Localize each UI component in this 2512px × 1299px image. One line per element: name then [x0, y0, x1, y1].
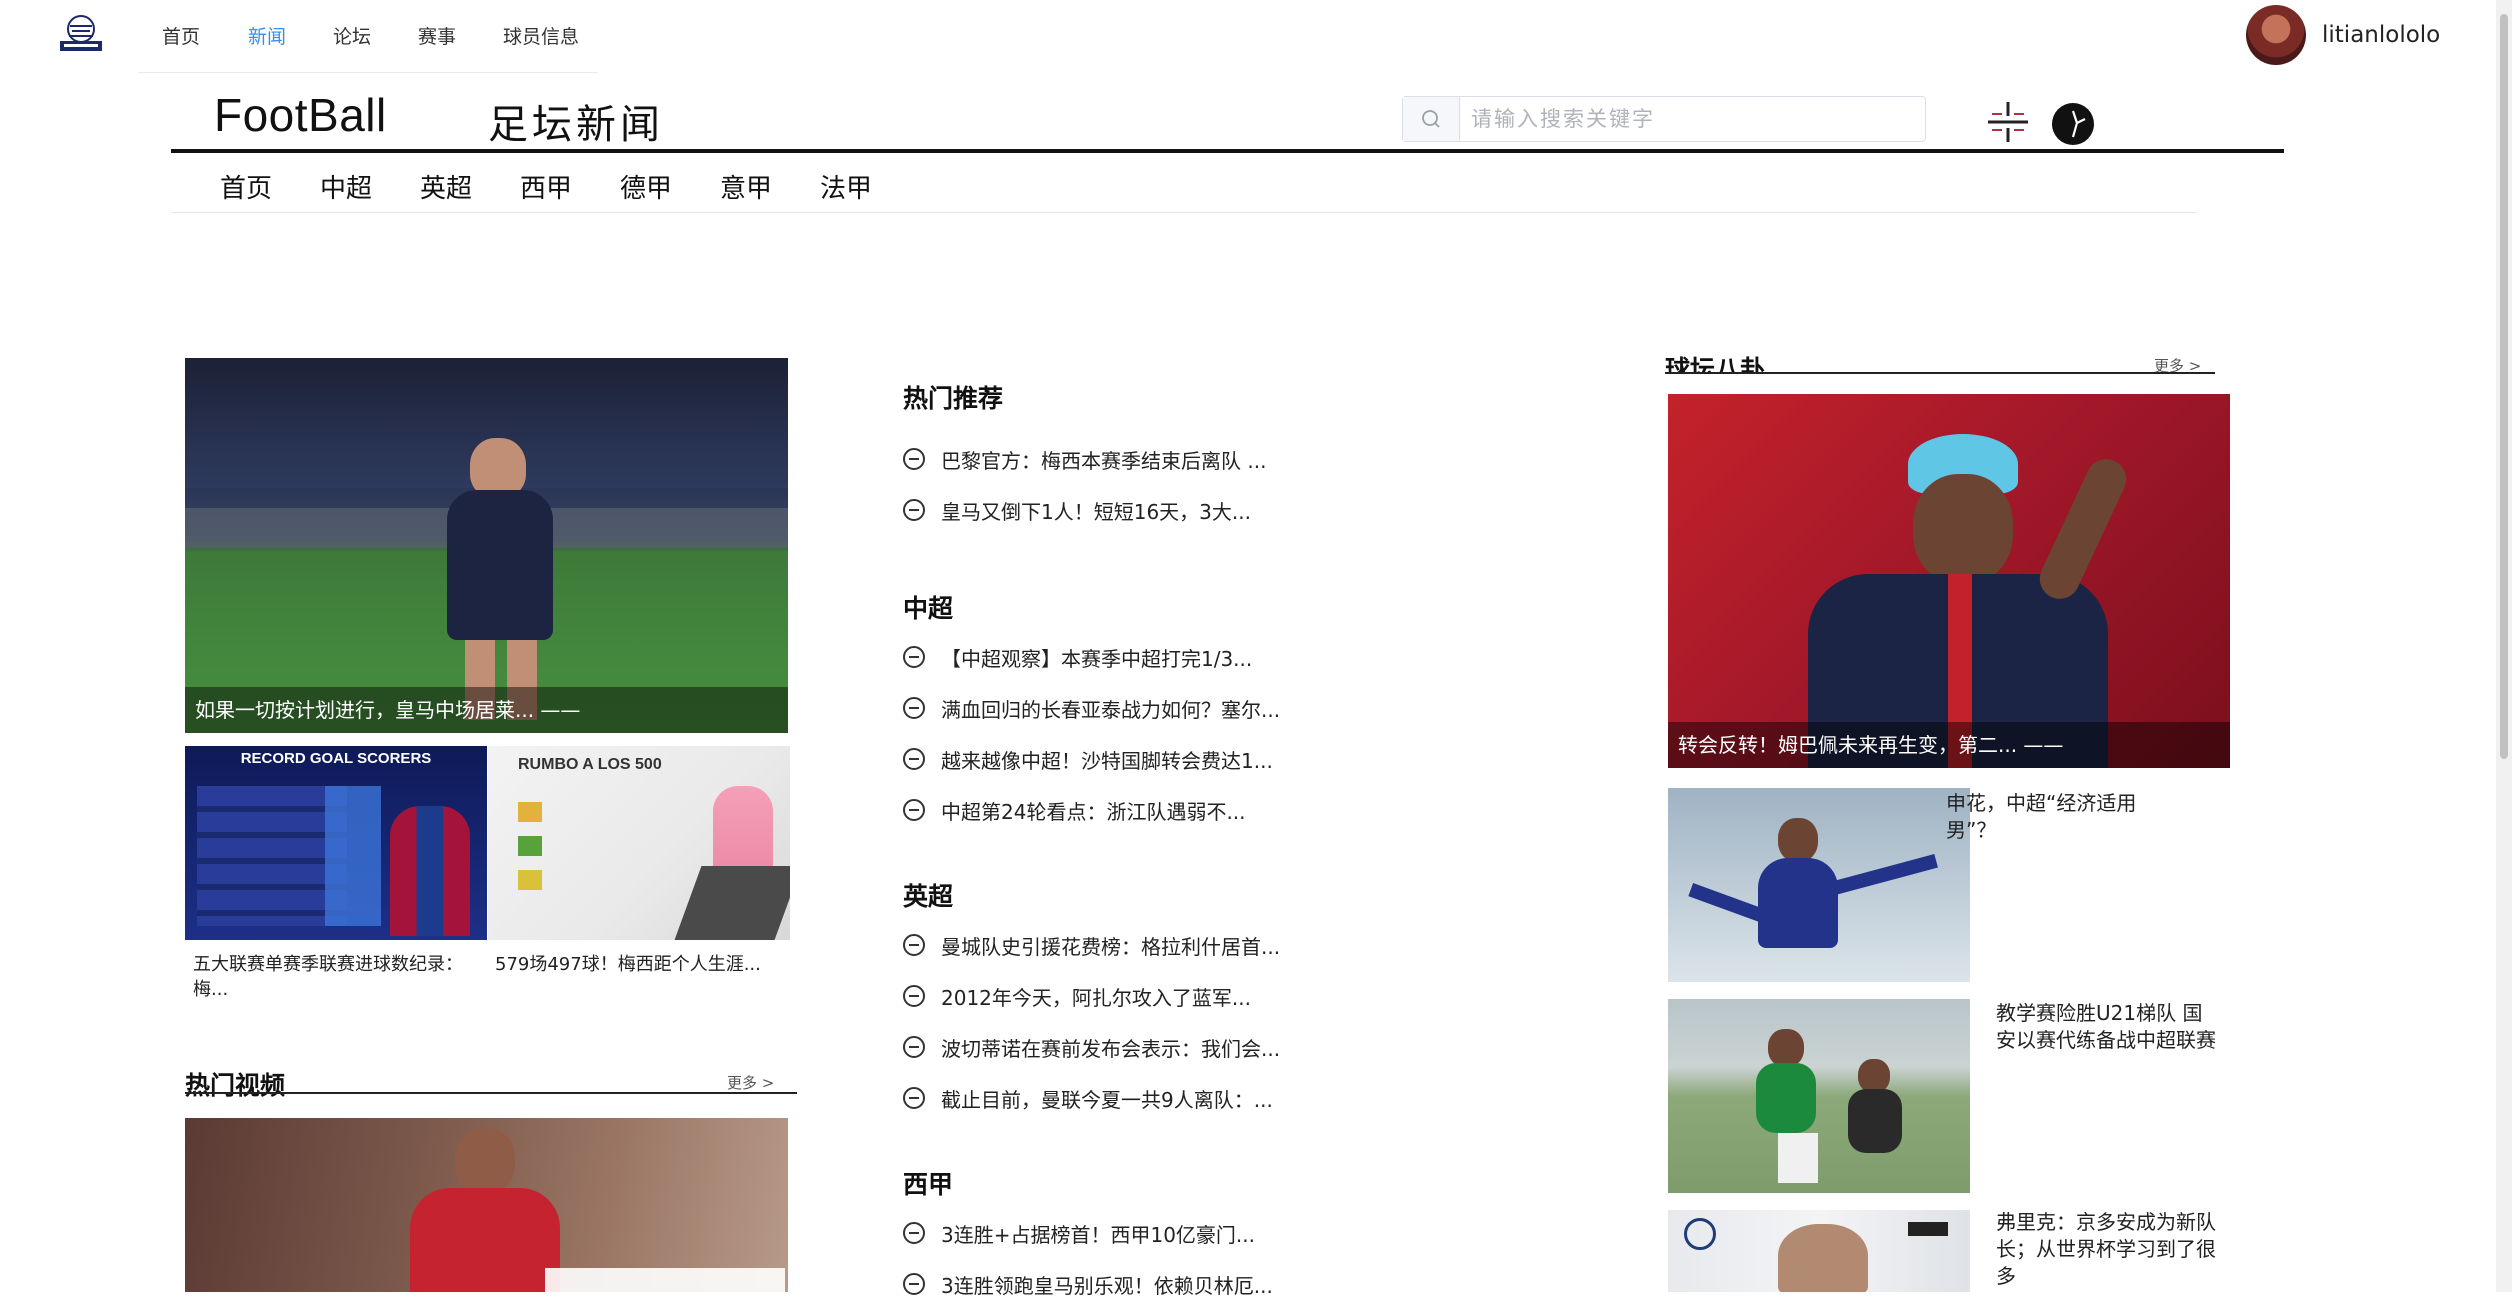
header-rule [171, 149, 2284, 153]
league-home[interactable]: 首页 [220, 168, 272, 205]
gossip-item-image[interactable] [1668, 999, 1970, 1193]
football-icon [903, 1036, 925, 1058]
news-list-item[interactable]: 3连胜+占据榜首！西甲10亿豪门... [903, 1218, 1255, 1248]
news-list-item[interactable]: 巴黎官方：梅西本赛季结束后离队 ... [903, 444, 1266, 474]
news-list-item[interactable]: 皇马又倒下1人！短短16天，3大... [903, 495, 1251, 525]
gossip-item-image[interactable] [1668, 788, 1970, 982]
search-box [1402, 96, 1926, 142]
news-list-item[interactable]: 2012年今天，阿扎尔攻入了蓝军... [903, 981, 1251, 1011]
section-title-csl: 中超 [903, 594, 954, 623]
gossip-item-title[interactable]: 弗里克：京多安成为新队长；从世界杯学习到了很多 [1996, 1209, 2216, 1290]
section-title-hot: 热门推荐 [903, 384, 1004, 413]
league-bundesliga[interactable]: 德甲 [620, 168, 672, 205]
league-ligue1[interactable]: 法甲 [820, 168, 872, 205]
topnav-home[interactable]: 首页 [162, 22, 200, 49]
football-icon [903, 748, 925, 770]
news-thumb-caption[interactable]: 579场497球！梅西距个人生涯... [495, 952, 785, 977]
gossip-item-title[interactable]: 教学赛险胜U21梯队 国安以赛代练备战中超联赛 [1996, 1000, 2216, 1054]
league-epl[interactable]: 英超 [420, 168, 472, 205]
top-nav: 首页 新闻 论坛 赛事 球员信息 [138, 0, 598, 73]
news-list-item[interactable]: 满血回归的长春亚泰战力如何？塞尔... [903, 693, 1280, 723]
football-icon [903, 697, 925, 719]
news-list-item[interactable]: 波切蒂诺在赛前发布会表示：我们会... [903, 1032, 1280, 1062]
site-logo[interactable] [56, 14, 106, 54]
search-icon[interactable] [1403, 97, 1460, 141]
football-icon [903, 1222, 925, 1244]
user-avatar[interactable] [2246, 5, 2306, 65]
football-icon [903, 646, 925, 668]
football-icon[interactable] [2052, 103, 2094, 145]
hot-videos-more-link[interactable]: 更多 > [727, 1072, 774, 1093]
news-list-item[interactable]: 越来越像中超！沙特国脚转会费达1... [903, 744, 1273, 774]
section-rule [1665, 372, 2215, 374]
gossip-item-title[interactable]: 申花，中超“经济适用男”？ [1946, 790, 2166, 844]
news-thumb-messi-500[interactable]: RUMBO A LOS 500 [488, 746, 790, 940]
football-icon [903, 985, 925, 1007]
news-list-item[interactable]: 截止目前，曼联今夏一共9人离队：... [903, 1083, 1273, 1113]
news-list-item[interactable]: 3连胜领跑皇马别乐观！依赖贝林厄... [903, 1269, 1273, 1299]
hot-videos-title: 热门视频 [185, 1071, 286, 1100]
section-title-epl: 英超 [903, 882, 954, 911]
section-title-laliga: 西甲 [903, 1170, 954, 1199]
gossip-item-image[interactable] [1668, 1210, 1970, 1292]
news-list-item[interactable]: 【中超观察】本赛季中超打完1/3... [903, 642, 1252, 672]
football-icon [903, 448, 925, 470]
section-rule [185, 1092, 797, 1094]
news-thumb-caption[interactable]: 五大联赛单赛季联赛进球数纪录：梅... [193, 952, 483, 1002]
username[interactable]: litianlololo [2322, 22, 2440, 48]
football-icon [903, 1087, 925, 1109]
brand-title-cn: 足坛新闻 [488, 102, 664, 148]
hot-video-thumbnail[interactable] [185, 1118, 788, 1292]
football-icon [903, 799, 925, 821]
nav-divider [171, 212, 2197, 213]
gossip-section-title: 球坛八卦 [1665, 355, 1766, 372]
gossip-featured-image[interactable]: 转会反转！姆巴佩未来再生变，第二... —— [1668, 394, 2230, 768]
league-laliga[interactable]: 西甲 [520, 168, 572, 205]
news-list-item[interactable]: 曼城队史引援花费榜：格拉利什居首... [903, 930, 1280, 960]
featured-news-caption[interactable]: 如果一切按计划进行，皇马中场居莱... —— [195, 694, 580, 723]
topnav-players[interactable]: 球员信息 [503, 22, 579, 49]
brand-title-en: FootBall [214, 89, 387, 141]
scrollbar-thumb[interactable] [2500, 14, 2508, 759]
featured-news-image[interactable]: 如果一切按计划进行，皇马中场居莱... —— [185, 358, 788, 733]
league-seriea[interactable]: 意甲 [720, 168, 772, 205]
gossip-featured-caption[interactable]: 转会反转！姆巴佩未来再生变，第二... —— [1678, 729, 2063, 758]
search-input[interactable] [1469, 103, 1913, 135]
league-csl[interactable]: 中超 [320, 168, 372, 205]
thumb-title: RECORD GOAL SCORERS [240, 750, 432, 767]
news-thumb-goal-record[interactable]: RECORD GOAL SCORERS [185, 746, 487, 940]
news-list-item[interactable]: 中超第24轮看点：浙江队遇弱不... [903, 795, 1246, 825]
football-icon [903, 934, 925, 956]
grid-plus-icon[interactable] [1986, 100, 2030, 144]
topnav-news[interactable]: 新闻 [248, 22, 286, 49]
topnav-forum[interactable]: 论坛 [333, 22, 371, 49]
thumb-title: RUMBO A LOS 500 [518, 756, 662, 773]
football-icon [903, 499, 925, 521]
topnav-matches[interactable]: 赛事 [418, 22, 456, 49]
page-scrollbar[interactable] [2496, 0, 2512, 1292]
